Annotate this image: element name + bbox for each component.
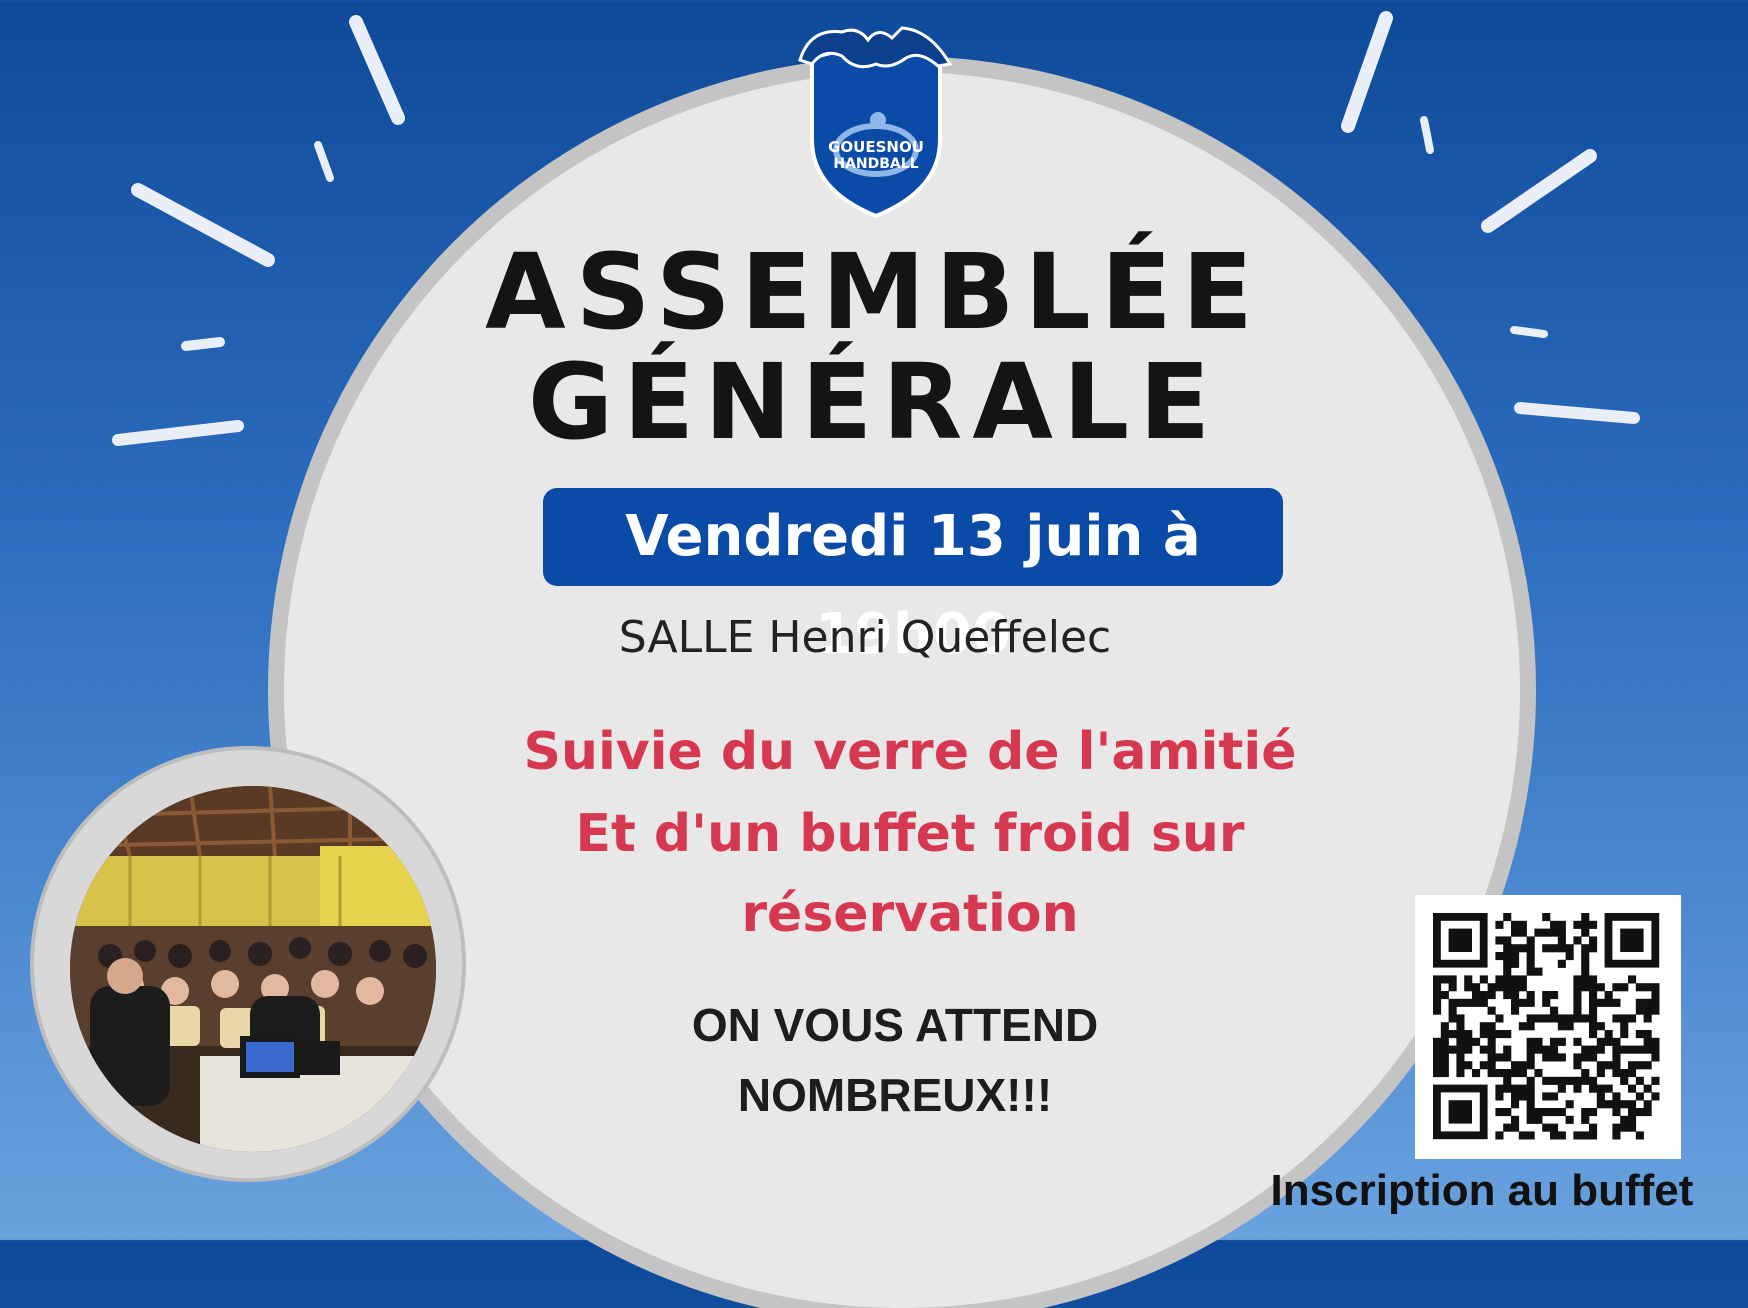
- details-line-3: réservation: [741, 884, 1079, 944]
- qr-code[interactable]: [1415, 895, 1681, 1159]
- call-to-action-line-2: NOMBREUX!!!: [737, 1069, 1053, 1121]
- details-line-1: Suivie du verre de l'amitié: [523, 722, 1297, 782]
- details-line-2: Et d'un buffet froid sur: [575, 804, 1245, 864]
- venue-text: SALLE Henri Queffelec: [618, 612, 1112, 663]
- date-banner: Vendredi 13 juin à 19h00: [543, 488, 1283, 667]
- logo-text-line2: HANDBALL: [833, 156, 918, 172]
- logo-text-line1: GOUESNOU: [828, 138, 924, 156]
- call-to-action-line-1: ON VOUS ATTEND: [691, 999, 1099, 1051]
- handball-club-logo: GOUESNOU HANDBALL: [798, 26, 953, 219]
- meeting-photo: [70, 786, 436, 1152]
- qr-caption: Inscription au buffet: [1270, 1166, 1694, 1215]
- title-line-1: ASSEMBLÉE: [485, 231, 1263, 353]
- title-line-2: GÉNÉRALE: [527, 341, 1221, 463]
